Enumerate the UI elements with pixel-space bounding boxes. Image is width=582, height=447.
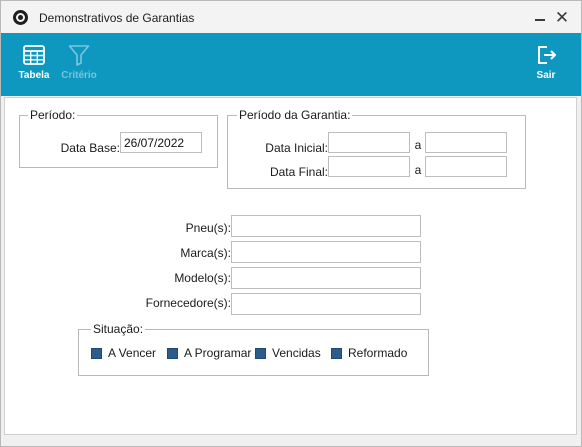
- data-final-ate-input[interactable]: [425, 156, 507, 177]
- situacao-legend: Situação:: [91, 322, 146, 336]
- situacao-group: Situação: A Vencer A Programar Vencidas …: [78, 323, 429, 376]
- form-panel: Período: Data Base: Período da Garantia:…: [4, 97, 577, 435]
- periodo-legend: Período:: [28, 108, 78, 122]
- close-button[interactable]: ✕: [550, 5, 574, 29]
- situacao-option-label: Reformado: [348, 346, 408, 360]
- checkbox-checked-icon: [91, 347, 102, 359]
- situacao-vencidas-checkbox[interactable]: Vencidas: [255, 346, 321, 360]
- table-grid-icon: [23, 45, 45, 65]
- modelos-label: Modelo(s):: [174, 271, 231, 285]
- checkbox-checked-icon: [255, 347, 266, 359]
- marcas-input[interactable]: [231, 241, 421, 263]
- tabela-button[interactable]: Tabela: [13, 33, 55, 96]
- periodo-garantia-legend: Período da Garantia:: [237, 108, 353, 122]
- tabela-label: Tabela: [18, 70, 50, 81]
- filter-funnel-icon: [68, 45, 90, 66]
- pneus-input[interactable]: [231, 215, 421, 237]
- criterio-label: Critério: [61, 70, 97, 81]
- window: Demonstrativos de Garantias ✕ Tabela Cri…: [0, 0, 582, 447]
- sair-button[interactable]: Sair: [529, 33, 563, 96]
- title-bar: Demonstrativos de Garantias ✕: [1, 1, 581, 33]
- situacao-a-programar-checkbox[interactable]: A Programar: [167, 346, 251, 360]
- exit-door-icon: [538, 46, 556, 64]
- data-inicial-label: Data Inicial:: [265, 141, 328, 155]
- toolbar: Tabela Critério Sair: [1, 33, 581, 96]
- data-base-label: Data Base:: [60, 141, 120, 155]
- marcas-label: Marca(s):: [180, 246, 231, 260]
- fornecedores-label: Fornecedore(s):: [145, 296, 231, 310]
- data-final-label: Data Final:: [269, 165, 328, 179]
- situacao-option-label: Vencidas: [272, 346, 321, 360]
- data-inicial-ate-input[interactable]: [425, 132, 507, 153]
- app-logo-icon: [13, 10, 28, 25]
- situacao-option-label: A Vencer: [108, 346, 157, 360]
- data-final-separator: a: [414, 163, 422, 177]
- periodo-garantia-group: Período da Garantia: Data Inicial: a Dat…: [227, 109, 526, 189]
- data-final-input[interactable]: [328, 156, 410, 177]
- data-inicial-input[interactable]: [328, 132, 410, 153]
- pneus-label: Pneu(s):: [185, 221, 231, 235]
- fornecedores-input[interactable]: [231, 293, 421, 315]
- data-inicial-separator: a: [414, 138, 422, 152]
- checkbox-checked-icon: [167, 347, 178, 359]
- window-title: Demonstrativos de Garantias: [39, 11, 195, 25]
- situacao-reformado-checkbox[interactable]: Reformado: [331, 346, 407, 360]
- minimize-button[interactable]: [528, 5, 552, 29]
- data-base-input[interactable]: [120, 132, 202, 153]
- sair-label: Sair: [536, 70, 556, 81]
- minimize-icon: [535, 18, 545, 21]
- criterio-button[interactable]: Critério: [56, 33, 102, 96]
- situacao-option-label: A Programar: [184, 346, 252, 360]
- close-icon: ✕: [554, 7, 570, 27]
- periodo-group: Período: Data Base:: [19, 109, 218, 168]
- modelos-input[interactable]: [231, 267, 421, 289]
- checkbox-checked-icon: [331, 347, 342, 359]
- situacao-a-vencer-checkbox[interactable]: A Vencer: [91, 346, 156, 360]
